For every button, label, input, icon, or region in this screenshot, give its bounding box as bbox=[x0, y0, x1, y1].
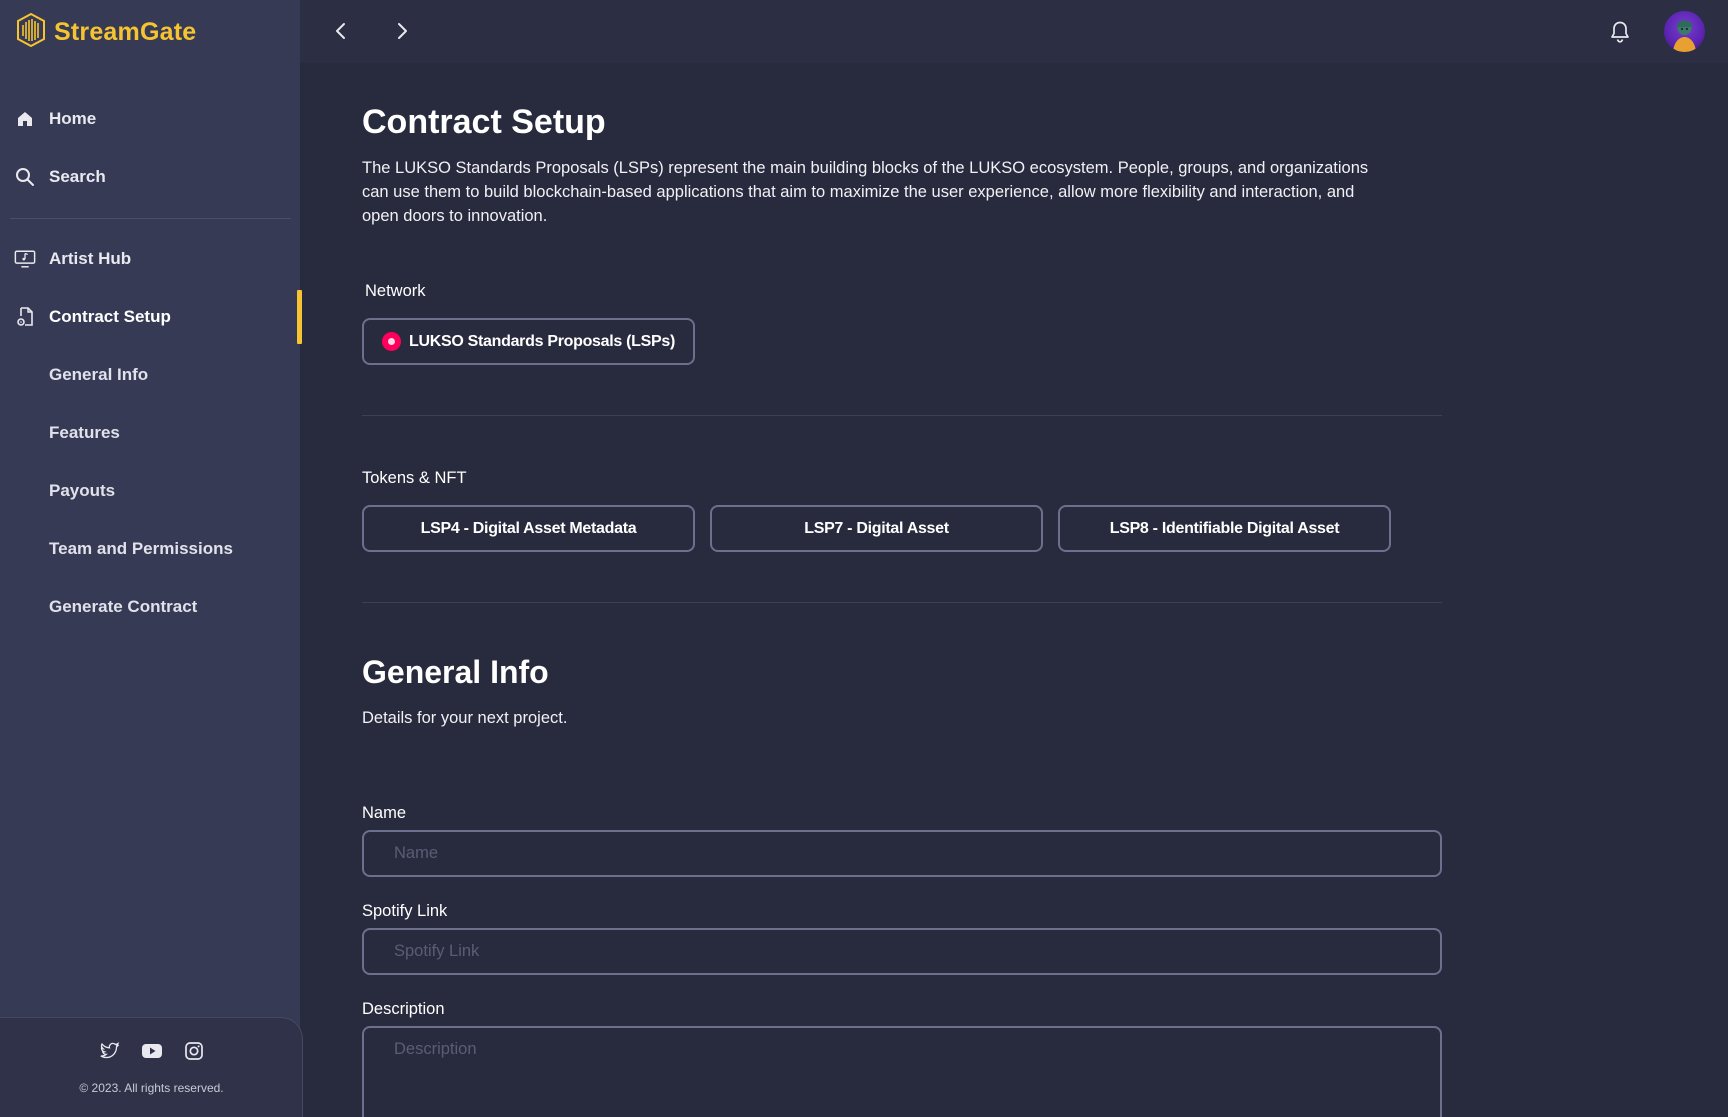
sidebar-item-features[interactable]: Features bbox=[0, 413, 300, 453]
sidebar-item-home[interactable]: Home bbox=[0, 99, 300, 139]
social-links bbox=[0, 1040, 303, 1062]
youtube-icon[interactable] bbox=[141, 1040, 163, 1062]
token-label: LSP7 - Digital Asset bbox=[804, 519, 949, 537]
network-label: Network bbox=[365, 282, 426, 300]
name-label: Name bbox=[362, 804, 407, 822]
search-icon bbox=[14, 166, 36, 188]
sidebar-item-label: Features bbox=[49, 423, 120, 442]
page-title: Contract Setup bbox=[362, 103, 606, 141]
streamgate-logo-icon bbox=[16, 12, 46, 52]
sidebar-item-label: Artist Hub bbox=[49, 249, 132, 268]
bell-icon[interactable] bbox=[1607, 19, 1633, 45]
lukso-network-icon bbox=[381, 332, 401, 351]
sidebar-item-contract-setup[interactable]: Contract Setup bbox=[0, 297, 300, 337]
top-bar bbox=[300, 0, 1728, 63]
brand-name: StreamGate bbox=[54, 17, 197, 46]
token-label: LSP4 - Digital Asset Metadata bbox=[420, 519, 637, 537]
description-label: Description bbox=[362, 1000, 445, 1018]
avatar[interactable] bbox=[1664, 11, 1705, 52]
sidebar-item-label: General Info bbox=[49, 365, 149, 384]
sidebar-footer: © 2023. All rights reserved. bbox=[0, 1017, 303, 1117]
sidebar-item-label: Payouts bbox=[49, 481, 116, 500]
chevron-right-icon[interactable] bbox=[388, 17, 416, 45]
section-divider bbox=[362, 602, 1442, 603]
token-lsp4-button[interactable]: LSP4 - Digital Asset Metadata bbox=[362, 505, 695, 552]
twitter-icon[interactable] bbox=[99, 1040, 121, 1062]
sidebar-item-general-info[interactable]: General Info bbox=[0, 355, 300, 395]
sidebar-item-label: Generate Contract bbox=[49, 597, 198, 616]
network-option-label: LUKSO Standards Proposals (LSPs) bbox=[408, 332, 675, 350]
sidebar-divider bbox=[10, 218, 291, 219]
sidebar-item-generate-contract[interactable]: Generate Contract bbox=[0, 587, 300, 627]
sidebar-item-search[interactable]: Search bbox=[0, 157, 300, 197]
home-icon bbox=[14, 108, 36, 130]
active-indicator bbox=[297, 290, 302, 344]
token-label: LSP8 - Identifiable Digital Asset bbox=[1109, 519, 1340, 537]
contract-setup-description: The LUKSO Standards Proposals (LSPs) rep… bbox=[362, 159, 1369, 225]
spotify-link-field[interactable] bbox=[362, 928, 1442, 975]
sidebar-item-team-and-permissions[interactable]: Team and Permissions bbox=[0, 529, 300, 569]
sidebar-item-label: Home bbox=[49, 109, 97, 128]
sidebar-item-label: Contract Setup bbox=[49, 307, 171, 326]
general-info-title: General Info bbox=[362, 654, 549, 690]
sidebar: StreamGate Home Search Artist Hub Contra… bbox=[0, 0, 303, 1117]
document-gear-icon bbox=[14, 306, 36, 328]
copyright-text: © 2023. All rights reserved. bbox=[79, 1081, 224, 1095]
general-info-subtitle: Details for your next project. bbox=[362, 709, 568, 727]
sidebar-item-artist-hub[interactable]: Artist Hub bbox=[0, 239, 300, 279]
sidebar-item-label: Search bbox=[49, 167, 106, 186]
token-lsp8-button[interactable]: LSP8 - Identifiable Digital Asset bbox=[1058, 505, 1391, 552]
description-field[interactable] bbox=[362, 1026, 1442, 1117]
brand-logo[interactable]: StreamGate bbox=[16, 12, 197, 52]
sidebar-item-label: Team and Permissions bbox=[49, 539, 233, 558]
tokens-label: Tokens & NFT bbox=[362, 469, 467, 487]
chevron-left-icon[interactable] bbox=[327, 17, 355, 45]
name-field[interactable] bbox=[362, 830, 1442, 877]
monitor-music-icon bbox=[14, 248, 36, 270]
network-option-button[interactable]: LUKSO Standards Proposals (LSPs) bbox=[362, 318, 695, 365]
instagram-icon[interactable] bbox=[183, 1040, 205, 1062]
token-lsp7-button[interactable]: LSP7 - Digital Asset bbox=[710, 505, 1043, 552]
spotify-link-label: Spotify Link bbox=[362, 902, 448, 920]
section-divider bbox=[362, 415, 1442, 416]
app-root: StreamGate Home Search Artist Hub Contra… bbox=[0, 0, 1728, 1117]
sidebar-item-payouts[interactable]: Payouts bbox=[0, 471, 300, 511]
